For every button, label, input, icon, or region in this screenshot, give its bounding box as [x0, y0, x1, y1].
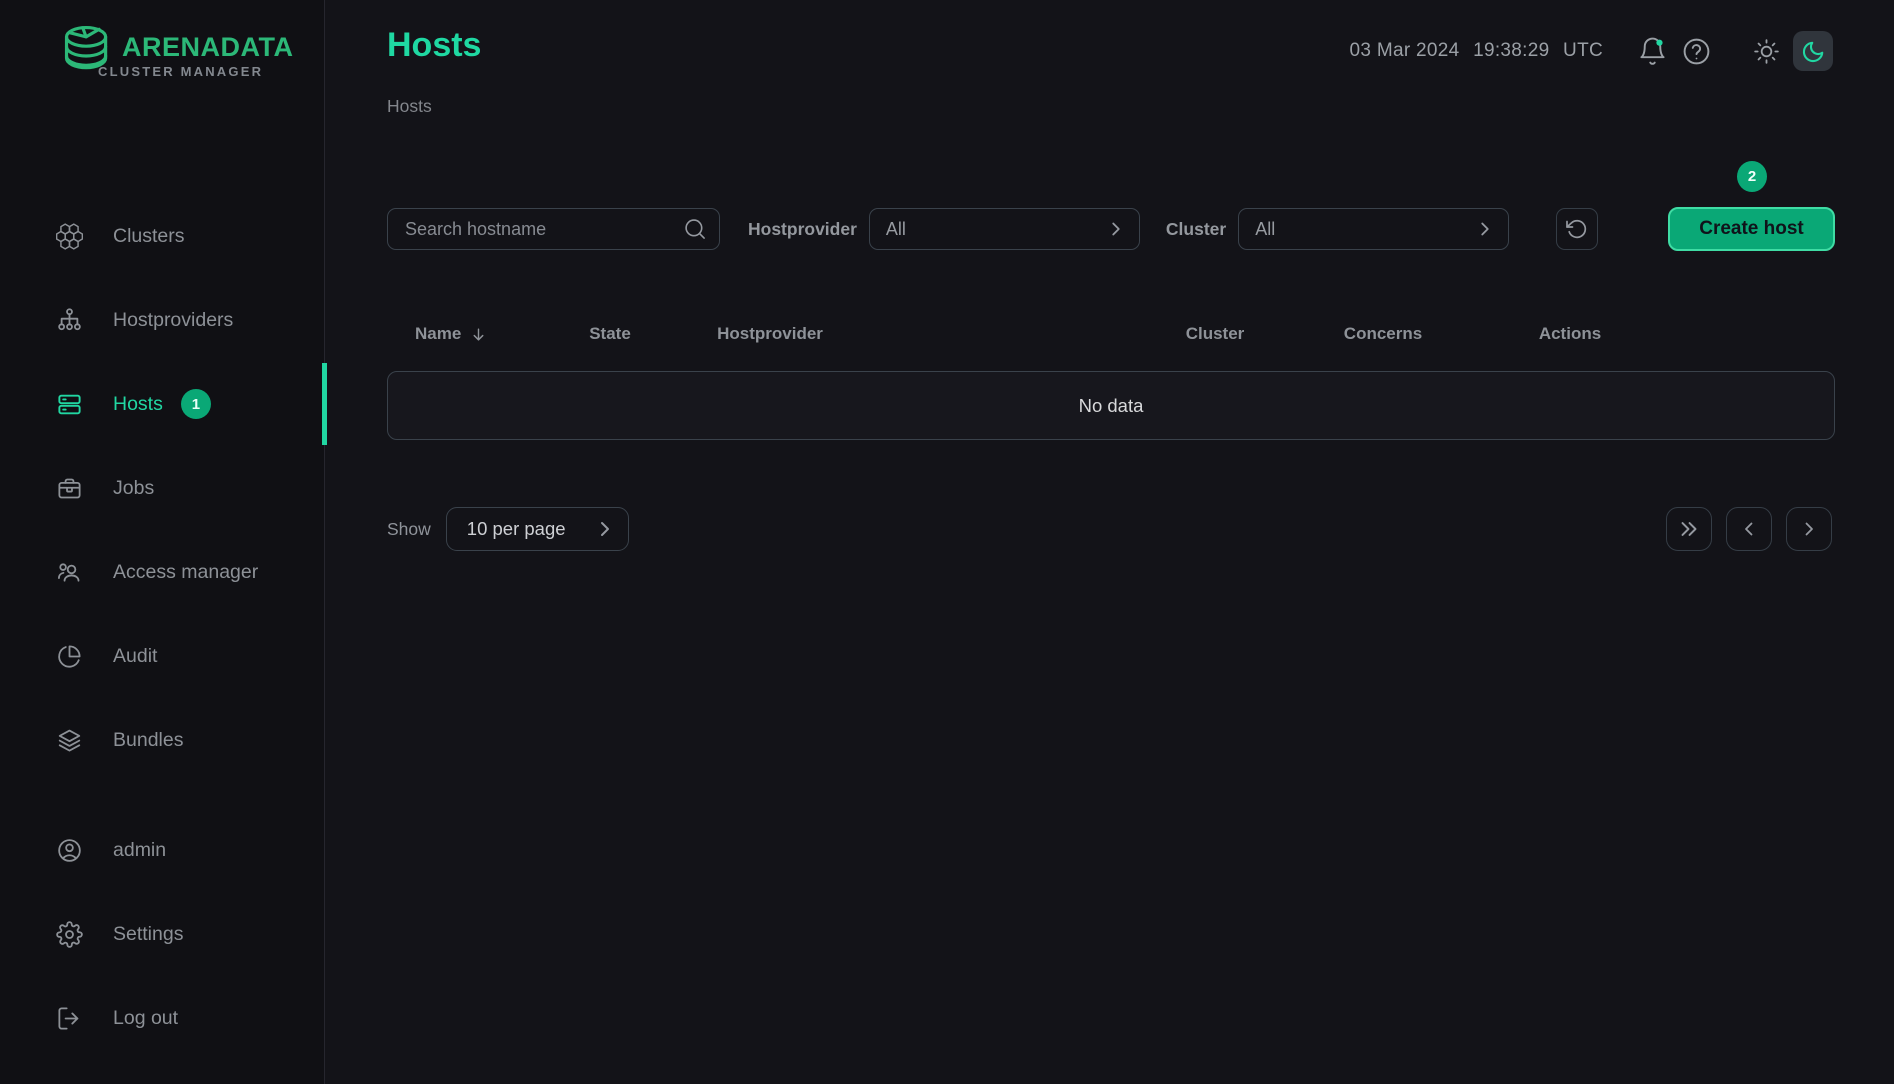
create-host-button[interactable]: Create host	[1668, 207, 1835, 251]
empty-table-placeholder: No data	[387, 371, 1835, 440]
chevron-right-icon	[1105, 218, 1127, 240]
logout-icon	[56, 1005, 83, 1032]
refresh-button[interactable]	[1556, 208, 1598, 250]
sidebar-item-admin[interactable]: admin	[0, 808, 324, 892]
per-page-control: Show 10 per page	[387, 507, 629, 551]
brand-logo: ARENADATA CLUSTER MANAGER	[58, 22, 288, 84]
sidebar-item-hostproviders[interactable]: Hostproviders	[0, 278, 324, 362]
sidebar-item-label: Access manager	[113, 561, 258, 584]
pagination	[1666, 507, 1832, 551]
sidebar-item-label: admin	[113, 839, 166, 862]
previous-page-button[interactable]	[1726, 507, 1772, 551]
search-icon[interactable]	[682, 216, 708, 242]
show-label: Show	[387, 519, 431, 540]
hosts-count-badge: 1	[181, 389, 211, 419]
sidebar-item-label: Audit	[113, 645, 157, 668]
sidebar-item-jobs[interactable]: Jobs	[0, 446, 324, 530]
filter-toolbar: Hostprovider All Cluster All	[387, 207, 1835, 251]
column-header-cluster: Cluster	[1186, 324, 1245, 344]
notifications-bell-icon[interactable]	[1637, 36, 1668, 67]
sidebar-item-audit[interactable]: Audit	[0, 614, 324, 698]
sidebar-nav: Clusters Hostproviders	[0, 194, 324, 1060]
chevron-left-icon	[1737, 517, 1761, 541]
help-icon[interactable]	[1681, 36, 1712, 67]
dark-theme-toggle[interactable]	[1793, 31, 1833, 71]
breadcrumb: Hosts	[387, 96, 432, 117]
timezone-text: UTC	[1563, 40, 1603, 61]
sidebar-item-label: Jobs	[113, 477, 154, 500]
moon-icon	[1801, 39, 1826, 64]
search-hostname-input[interactable]	[387, 208, 720, 250]
date-text: 03 Mar 2024	[1350, 40, 1460, 61]
sidebar-item-label: Settings	[113, 923, 183, 946]
audit-icon	[56, 643, 83, 670]
clusters-icon	[56, 223, 83, 250]
cluster-filter-value: All	[1255, 219, 1275, 240]
brand-subtitle: CLUSTER MANAGER	[98, 64, 263, 79]
sidebar-item-logout[interactable]: Log out	[0, 976, 324, 1060]
per-page-select[interactable]: 10 per page	[446, 507, 629, 551]
topbar: 03 Mar 2024 19:38:29 UTC	[1350, 30, 1833, 72]
chevron-right-icon	[1797, 517, 1821, 541]
hostprovider-filter-select[interactable]: All	[869, 208, 1140, 250]
search-box	[387, 208, 720, 250]
hostproviders-icon	[56, 307, 83, 334]
sidebar-item-bundles[interactable]: Bundles	[0, 698, 324, 782]
datetime-display: 03 Mar 2024 19:38:29 UTC	[1350, 40, 1603, 62]
sidebar-item-clusters[interactable]: Clusters	[0, 194, 324, 278]
column-header-concerns: Concerns	[1344, 324, 1422, 344]
sidebar-item-settings[interactable]: Settings	[0, 892, 324, 976]
time-text: 19:38:29	[1473, 40, 1549, 61]
sidebar-item-label: Log out	[113, 1007, 178, 1030]
brand-name: ARENADATA	[122, 32, 293, 63]
settings-gear-icon	[56, 921, 83, 948]
jobs-icon	[56, 475, 83, 502]
access-manager-icon	[56, 559, 83, 586]
app-window: ARENADATA CLUSTER MANAGER Clusters	[0, 0, 1894, 1084]
no-data-text: No data	[1079, 395, 1144, 417]
column-header-actions: Actions	[1539, 324, 1601, 344]
chevron-right-icon	[1474, 218, 1496, 240]
cluster-filter-select[interactable]: All	[1238, 208, 1509, 250]
hosts-table-header: Name State Hostprovider Cluster Concerns…	[387, 324, 1835, 356]
chevron-right-icon	[593, 517, 617, 541]
sidebar-item-label: Bundles	[113, 729, 183, 752]
chevrons-right-icon	[1676, 516, 1702, 542]
cluster-filter-label: Cluster	[1166, 219, 1226, 240]
hostprovider-filter-value: All	[886, 219, 906, 240]
sidebar-item-label: Hostproviders	[113, 309, 233, 332]
page-title: Hosts	[387, 26, 481, 65]
nav-section-gap	[0, 782, 324, 808]
refresh-icon	[1565, 217, 1589, 241]
user-icon	[56, 837, 83, 864]
sidebar: ARENADATA CLUSTER MANAGER Clusters	[0, 0, 325, 1084]
create-host-count-badge: 2	[1737, 161, 1767, 192]
hostprovider-filter-label: Hostprovider	[748, 219, 857, 240]
column-header-hostprovider: Hostprovider	[717, 324, 823, 344]
sort-desc-arrow-icon	[470, 326, 487, 343]
light-theme-sun-icon[interactable]	[1752, 37, 1781, 66]
sidebar-item-label: Clusters	[113, 225, 185, 248]
sidebar-item-access-manager[interactable]: Access manager	[0, 530, 324, 614]
sidebar-item-label: Hosts	[113, 393, 163, 416]
sidebar-item-hosts[interactable]: Hosts 1	[0, 362, 324, 446]
last-page-button[interactable]	[1666, 507, 1712, 551]
next-page-button[interactable]	[1786, 507, 1832, 551]
per-page-value: 10 per page	[467, 518, 566, 540]
bundles-icon	[56, 727, 83, 754]
hosts-icon	[56, 391, 83, 418]
column-header-state: State	[589, 324, 631, 344]
column-header-name[interactable]: Name	[415, 324, 487, 344]
